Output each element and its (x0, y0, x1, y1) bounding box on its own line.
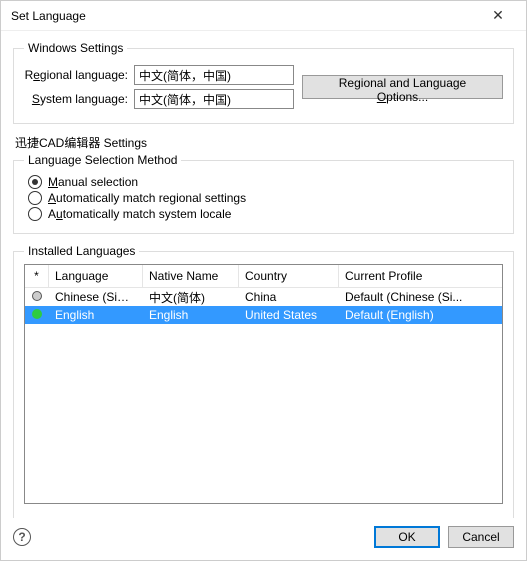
system-language-label: System language: (24, 92, 134, 106)
titlebar: Set Language ✕ (1, 1, 526, 31)
group-language-selection-method: Language Selection Method Manual selecti… (13, 153, 514, 234)
cell-profile: Default (English) (339, 307, 502, 323)
cell-country: China (239, 289, 339, 305)
radio-manual-selection[interactable]: Manual selection (28, 175, 503, 189)
regional-language-field: 中文(简体，中国) (134, 65, 294, 85)
cell-language: English (49, 307, 143, 323)
group-windows-settings: Windows Settings Regional language: 中文(简… (13, 41, 514, 124)
dialog-content: Windows Settings Regional language: 中文(简… (1, 31, 526, 518)
installed-languages-legend: Installed Languages (24, 244, 139, 258)
table-row[interactable]: EnglishEnglishUnited StatesDefault (Engl… (25, 306, 502, 324)
table-header: * Language Native Name Country Current P… (25, 265, 502, 288)
window-title: Set Language (11, 9, 478, 23)
col-header-language[interactable]: Language (49, 265, 143, 287)
cell-profile: Default (Chinese (Si... (339, 289, 502, 305)
system-language-field: 中文(简体，中国) (134, 89, 294, 109)
radio-auto-regional[interactable]: Automatically match regional settings (28, 191, 503, 205)
languages-table: * Language Native Name Country Current P… (24, 264, 503, 504)
col-header-country[interactable]: Country (239, 265, 339, 287)
dialog-footer: ? OK Cancel (1, 518, 526, 560)
col-header-status[interactable]: * (25, 265, 49, 287)
app-settings-label: 迅捷CAD编辑器 Settings (15, 134, 514, 151)
radio-icon (28, 207, 42, 221)
cell-native: English (143, 307, 239, 323)
language-method-legend: Language Selection Method (24, 153, 181, 167)
col-header-native[interactable]: Native Name (143, 265, 239, 287)
cancel-button[interactable]: Cancel (448, 526, 514, 548)
col-header-profile[interactable]: Current Profile (339, 265, 502, 287)
radio-auto-system[interactable]: Automatically match system locale (28, 207, 503, 221)
cell-language: Chinese (Simplif... (49, 289, 143, 305)
windows-settings-legend: Windows Settings (24, 41, 127, 55)
close-icon[interactable]: ✕ (478, 7, 518, 24)
status-dot-icon (32, 291, 42, 301)
cell-native: 中文(简体) (143, 288, 239, 307)
radio-icon (28, 191, 42, 205)
ok-button[interactable]: OK (374, 526, 440, 548)
radio-icon (28, 175, 42, 189)
regional-language-label: Regional language: (24, 68, 134, 82)
dialog-set-language: Set Language ✕ Windows Settings Regional… (0, 0, 527, 561)
group-installed-languages: Installed Languages * Language Native Na… (13, 244, 514, 518)
regional-options-button[interactable]: Regional and Language Options... (302, 75, 503, 99)
table-body: Chinese (Simplif...中文(简体)ChinaDefault (C… (25, 288, 502, 503)
help-icon[interactable]: ? (13, 528, 31, 546)
cell-country: United States (239, 307, 339, 323)
table-row[interactable]: Chinese (Simplif...中文(简体)ChinaDefault (C… (25, 288, 502, 306)
status-dot-icon (32, 309, 42, 319)
